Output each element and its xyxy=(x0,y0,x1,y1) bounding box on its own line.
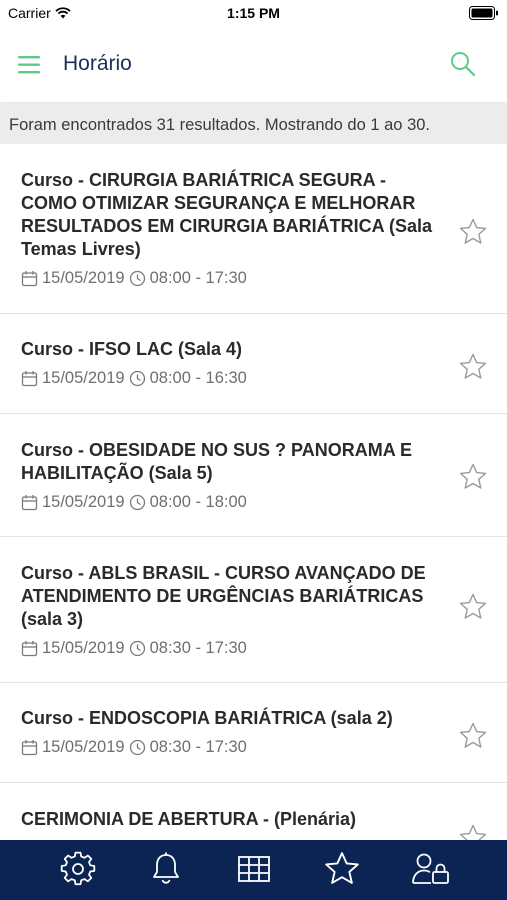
favorite-button[interactable] xyxy=(458,721,488,751)
clock-icon xyxy=(129,370,145,387)
session-title: Curso - IFSO LAC (Sala 4) xyxy=(21,339,243,359)
calendar-icon xyxy=(21,495,38,511)
page-title: Horário xyxy=(63,52,132,75)
session-meta: 15/05/2019 08:00 - 17:30 xyxy=(21,269,437,288)
session-time: 08:30 - 17:30 xyxy=(149,738,247,756)
favorite-button[interactable] xyxy=(458,592,488,622)
session-meta: 15/05/2019 08:00 - 18:00 xyxy=(21,493,437,512)
star-icon xyxy=(459,463,487,489)
session-item[interactable]: Curso - ABLS BRASIL - CURSO AVANÇADO DE … xyxy=(0,537,507,683)
grid-icon xyxy=(238,856,270,882)
calendar-icon xyxy=(21,641,38,657)
session-title: Curso - ENDOSCOPIA BARIÁTRICA (sala 2) xyxy=(21,708,393,728)
star-icon xyxy=(459,593,487,619)
clock-icon xyxy=(129,739,145,756)
session-item[interactable]: Curso - ENDOSCOPIA BARIÁTRICA (sala 2) 1… xyxy=(0,683,507,783)
session-date: 15/05/2019 xyxy=(42,269,125,287)
bell-icon xyxy=(153,852,179,884)
session-title: Curso - CIRURGIA BARIÁTRICA SEGURA - COM… xyxy=(21,170,433,259)
session-meta: 15/05/2019 08:30 - 17:30 xyxy=(21,738,437,757)
calendar-icon xyxy=(21,271,38,287)
tab-notifications[interactable] xyxy=(144,849,188,889)
user-lock-icon xyxy=(412,853,449,884)
session-title: Curso - ABLS BRASIL - CURSO AVANÇADO DE … xyxy=(21,563,426,629)
clock-icon xyxy=(129,494,145,511)
battery-icon xyxy=(469,6,498,20)
session-time: 08:00 - 18:00 xyxy=(149,493,247,511)
star-icon xyxy=(459,218,487,244)
session-date: 15/05/2019 xyxy=(42,369,125,387)
star-icon xyxy=(459,722,487,748)
clock-icon xyxy=(129,640,145,657)
session-title: CERIMONIA DE ABERTURA - (Plenária) xyxy=(21,809,357,829)
session-time: 08:00 - 17:30 xyxy=(149,269,247,287)
session-time: 08:00 - 16:30 xyxy=(149,369,247,387)
star-icon xyxy=(325,852,359,884)
session-list: Curso - CIRURGIA BARIÁTRICA SEGURA - COM… xyxy=(0,144,507,840)
calendar-icon xyxy=(21,740,38,756)
tab-settings[interactable] xyxy=(56,849,100,889)
tab-favorites[interactable] xyxy=(320,849,364,889)
tab-schedule[interactable] xyxy=(232,849,276,889)
session-item[interactable]: CERIMONIA DE ABERTURA - (Plenária) xyxy=(0,783,507,840)
favorite-button[interactable] xyxy=(458,462,488,492)
favorite-button[interactable] xyxy=(458,352,488,382)
session-date: 15/05/2019 xyxy=(42,639,125,657)
session-time: 08:30 - 17:30 xyxy=(149,639,247,657)
session-date: 15/05/2019 xyxy=(42,493,125,511)
gear-icon xyxy=(60,851,96,886)
menu-button[interactable] xyxy=(16,52,44,78)
search-button[interactable] xyxy=(449,50,477,78)
session-item[interactable]: Curso - CIRURGIA BARIÁTRICA SEGURA - COM… xyxy=(0,144,507,314)
search-icon xyxy=(451,52,476,77)
star-icon xyxy=(459,353,487,379)
app-header: Horário xyxy=(0,28,507,102)
star-icon xyxy=(459,824,487,840)
session-item[interactable]: Curso - OBESIDADE NO SUS ? PANORAMA E HA… xyxy=(0,414,507,537)
favorite-button[interactable] xyxy=(458,823,488,840)
session-date: 15/05/2019 xyxy=(42,738,125,756)
favorite-button[interactable] xyxy=(458,217,488,247)
status-bar: Carrier 1:15 PM xyxy=(0,0,507,28)
session-title: Curso - OBESIDADE NO SUS ? PANORAMA E HA… xyxy=(21,440,413,483)
tab-profile[interactable] xyxy=(409,849,453,889)
bottom-tab-bar xyxy=(0,840,507,900)
session-meta: 15/05/2019 08:30 - 17:30 xyxy=(21,639,437,658)
calendar-icon xyxy=(21,371,38,387)
hamburger-menu-icon xyxy=(18,56,40,74)
clock-icon xyxy=(129,270,145,287)
session-meta: 15/05/2019 08:00 - 16:30 xyxy=(21,369,437,388)
results-count: Foram encontrados 31 resultados. Mostran… xyxy=(0,104,507,144)
status-time: 1:15 PM xyxy=(227,5,280,21)
session-item[interactable]: Curso - IFSO LAC (Sala 4) 15/05/2019 08:… xyxy=(0,314,507,414)
